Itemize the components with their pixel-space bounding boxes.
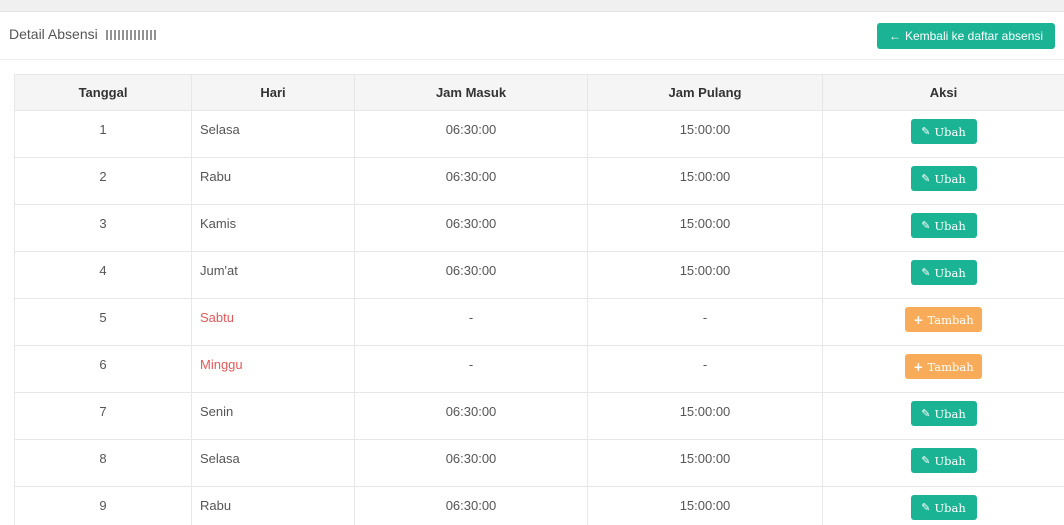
plus-icon: +	[913, 359, 924, 374]
ubah-label: Ubah	[934, 124, 966, 139]
cell-hari: Rabu	[191, 157, 355, 205]
edit-icon: ✎	[921, 501, 931, 514]
cell-tanggal: 8	[14, 439, 192, 487]
cell-tanggal: 6	[14, 345, 192, 393]
edit-icon: ✎	[921, 266, 931, 279]
cell-jam-pulang: 15:00:00	[587, 439, 823, 487]
cell-hari: Minggu	[191, 345, 355, 393]
edit-icon: ✎	[921, 172, 931, 185]
column-header-aksi[interactable]: Aksi	[822, 74, 1064, 111]
table-row: 3 Kamis 06:30:00 15:00:00 ✎ Ubah	[14, 204, 1064, 252]
attendance-table: Tanggal Hari Jam Masuk Jam Pulang Aksi 1…	[14, 74, 1064, 525]
table-row: 4 Jum'at 06:30:00 15:00:00 ✎ Ubah	[14, 251, 1064, 299]
cell-jam-masuk: 06:30:00	[354, 439, 588, 487]
cell-tanggal: 1	[14, 110, 192, 158]
ubah-label: Ubah	[934, 500, 966, 515]
table-row: 1 Selasa 06:30:00 15:00:00 ✎ Ubah	[14, 110, 1064, 158]
cell-aksi: ✎ Ubah	[822, 392, 1064, 440]
plus-icon: +	[913, 312, 924, 327]
ubah-label: Ubah	[934, 218, 966, 233]
table-row: 5 Sabtu - - + Tambah	[14, 298, 1064, 346]
ubah-button[interactable]: ✎ Ubah	[910, 260, 977, 285]
cell-jam-masuk: 06:30:00	[354, 486, 588, 525]
ubah-button[interactable]: ✎ Ubah	[910, 213, 977, 238]
cell-jam-pulang: 15:00:00	[587, 157, 823, 205]
cell-tanggal: 2	[14, 157, 192, 205]
cell-hari: Kamis	[191, 204, 355, 252]
ubah-label: Ubah	[934, 453, 966, 468]
attendance-table-container: Tanggal Hari Jam Masuk Jam Pulang Aksi 1…	[14, 74, 1064, 525]
cell-aksi: ✎ Ubah	[822, 110, 1064, 158]
cell-jam-pulang: 15:00:00	[587, 110, 823, 158]
cell-jam-pulang: -	[587, 345, 823, 393]
tambah-label: Tambah	[927, 312, 974, 327]
table-body: 1 Selasa 06:30:00 15:00:00 ✎ Ubah 2 Rabu 06:30:0…	[14, 110, 1064, 525]
cell-hari: Sabtu	[191, 298, 355, 346]
cell-aksi: ✎ Ubah	[822, 439, 1064, 487]
cell-jam-pulang: 15:00:00	[587, 204, 823, 252]
ubah-label: Ubah	[934, 406, 966, 421]
column-header-hari[interactable]: Hari	[191, 74, 355, 111]
cell-jam-pulang: -	[587, 298, 823, 346]
ubah-button[interactable]: ✎ Ubah	[910, 401, 977, 426]
table-row: 7 Senin 06:30:00 15:00:00 ✎ Ubah	[14, 392, 1064, 440]
table-header-row: Tanggal Hari Jam Masuk Jam Pulang Aksi	[14, 74, 1064, 111]
cell-tanggal: 3	[14, 204, 192, 252]
ubah-button[interactable]: ✎ Ubah	[910, 166, 977, 191]
table-row: 9 Rabu 06:30:00 15:00:00 ✎ Ubah	[14, 486, 1064, 525]
ubah-button[interactable]: ✎ Ubah	[910, 495, 977, 520]
cell-hari: Rabu	[191, 486, 355, 525]
cell-aksi: ✎ Ubah	[822, 157, 1064, 205]
cell-jam-pulang: 15:00:00	[587, 251, 823, 299]
cell-aksi: ✎ Ubah	[822, 486, 1064, 525]
table-row: 2 Rabu 06:30:00 15:00:00 ✎ Ubah	[14, 157, 1064, 205]
column-header-tanggal[interactable]: Tanggal	[14, 74, 192, 111]
edit-icon: ✎	[921, 219, 931, 232]
arrow-left-icon: ←	[888, 29, 901, 43]
back-to-list-button[interactable]: ← Kembali ke daftar absensi	[877, 23, 1055, 49]
cell-tanggal: 9	[14, 486, 192, 525]
edit-icon: ✎	[921, 407, 931, 420]
cell-tanggal: 4	[14, 251, 192, 299]
cell-jam-masuk: 06:30:00	[354, 251, 588, 299]
cell-aksi: ✎ Ubah	[822, 204, 1064, 252]
tambah-button[interactable]: + Tambah	[905, 307, 982, 332]
ubah-button[interactable]: ✎ Ubah	[910, 119, 977, 144]
tambah-label: Tambah	[927, 359, 974, 374]
edit-icon: ✎	[921, 454, 931, 467]
page-title: Detail Absensi	[9, 26, 158, 42]
edit-icon: ✎	[921, 125, 931, 138]
ubah-label: Ubah	[934, 171, 966, 186]
cell-jam-masuk: 06:30:00	[354, 110, 588, 158]
cell-jam-pulang: 15:00:00	[587, 486, 823, 525]
column-header-jam-pulang[interactable]: Jam Pulang	[587, 74, 823, 111]
ubah-button[interactable]: ✎ Ubah	[910, 448, 977, 473]
cell-hari: Selasa	[191, 110, 355, 158]
cell-aksi: ✎ Ubah	[822, 251, 1064, 299]
cell-hari: Jum'at	[191, 251, 355, 299]
cell-tanggal: 7	[14, 392, 192, 440]
back-to-list-label: Kembali ke daftar absensi	[904, 29, 1044, 43]
redacted-name	[105, 30, 158, 41]
cell-jam-masuk: -	[354, 345, 588, 393]
cell-jam-masuk: -	[354, 298, 588, 346]
tambah-button[interactable]: + Tambah	[905, 354, 982, 379]
column-header-jam-masuk[interactable]: Jam Masuk	[354, 74, 588, 111]
cell-jam-masuk: 06:30:00	[354, 204, 588, 252]
cell-hari: Selasa	[191, 439, 355, 487]
table-row: 8 Selasa 06:30:00 15:00:00 ✎ Ubah	[14, 439, 1064, 487]
cell-tanggal: 5	[14, 298, 192, 346]
cell-jam-masuk: 06:30:00	[354, 392, 588, 440]
top-bar	[0, 0, 1064, 12]
cell-jam-masuk: 06:30:00	[354, 157, 588, 205]
table-row: 6 Minggu - - + Tambah	[14, 345, 1064, 393]
cell-aksi: + Tambah	[822, 298, 1064, 346]
cell-hari: Senin	[191, 392, 355, 440]
cell-aksi: + Tambah	[822, 345, 1064, 393]
page-title-text: Detail Absensi	[9, 26, 98, 42]
cell-jam-pulang: 15:00:00	[587, 392, 823, 440]
ubah-label: Ubah	[934, 265, 966, 280]
